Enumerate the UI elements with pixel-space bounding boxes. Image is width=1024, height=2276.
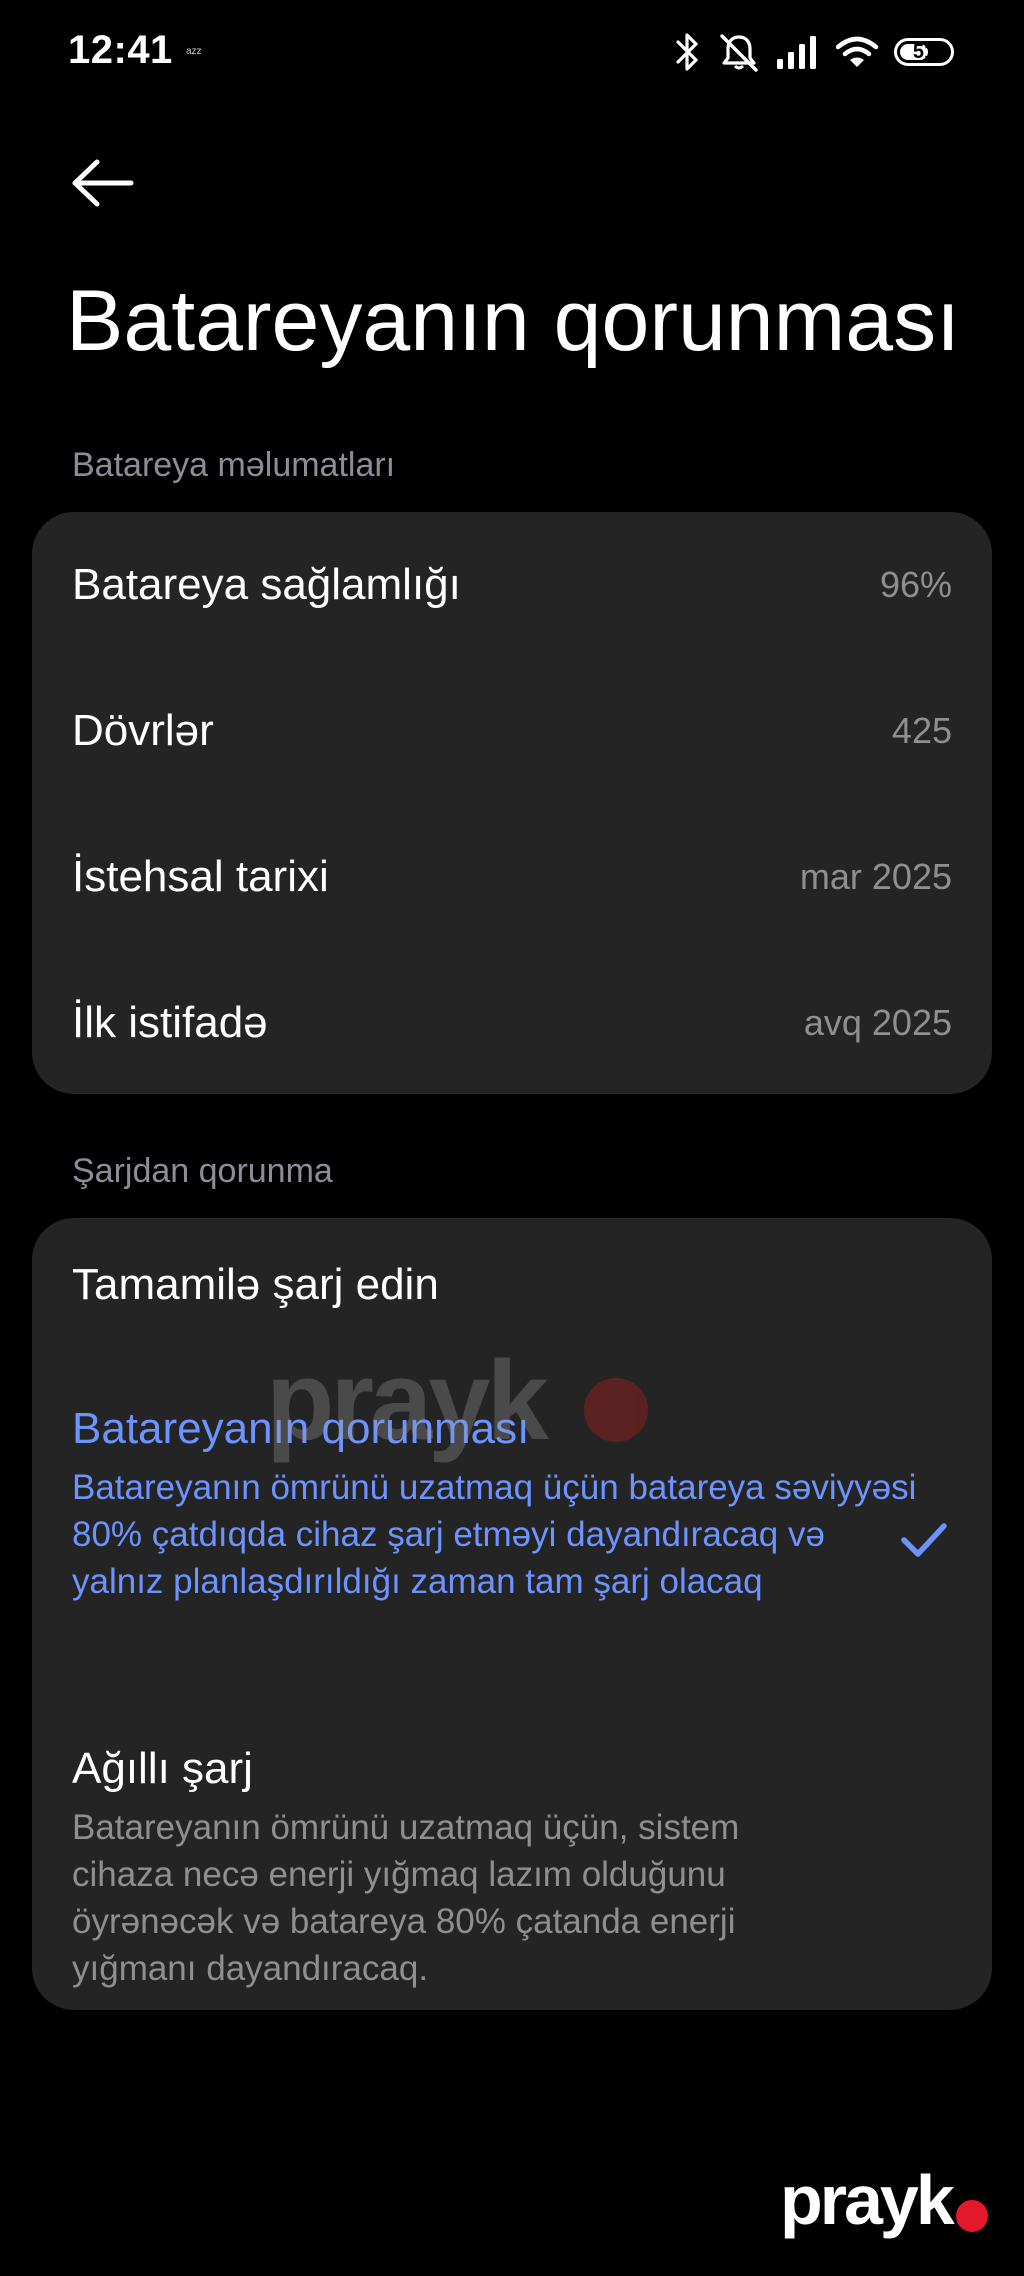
logo-text: prayk [780,2161,955,2239]
option-description: Batareyanın ömrünü uzatmaq üçün, sistem … [72,1808,740,1988]
option-full-charge[interactable]: Tamamilə şarj edin [32,1218,992,1368]
charge-protection-card: Tamamilə şarj edin Batareyanın qorunması… [32,1218,992,2010]
option-battery-protection[interactable]: Batareyanın qorunması Batareyanın ömrünü… [32,1368,992,1698]
info-value: mar 2025 [799,856,952,897]
battery-info-card: Batareya sağlamlığı 96% Dövrlər 425 İste… [32,512,992,1094]
logo-dot [956,2200,988,2232]
option-smart-charge[interactable]: Ağıllı şarj Batareyanın ömrünü uzatmaq ü… [32,1698,992,2010]
info-label: Dövrlər [72,706,214,755]
wifi-icon [836,35,878,69]
back-button[interactable] [68,150,138,216]
info-row-health: Batareya sağlamlığı 96% [32,512,992,658]
info-value: 425 [891,710,952,751]
status-bar: 12:41 azz 51 [0,0,1024,104]
info-row-manufacture-date: İstehsal tarixi mar 2025 [32,804,992,950]
info-label: İstehsal tarixi [72,852,329,901]
info-row-first-use: İlk istifadə avq 2025 [32,950,992,1096]
bell-off-icon [718,32,760,72]
battery-icon: 51 [894,38,954,66]
bluetooth-icon [674,32,702,72]
info-row-cycles: Dövrlər 425 [32,658,992,804]
check-icon [901,1523,947,1557]
section-header-battery-info: Batareya məlumatları [72,446,396,484]
page-title: Batareyanın qorunması [66,273,960,369]
arrow-left-icon [72,159,134,207]
signal-icon [776,35,820,69]
info-label: Batareya sağlamlığı [72,560,461,609]
section-header-charge-protection: Şarjdan qorunma [72,1152,333,1190]
status-carrier: azz [186,46,202,57]
battery-level: 51 [912,40,936,63]
option-title: Batareyanın qorunması [72,1404,530,1453]
option-title: Ağıllı şarj [72,1744,253,1793]
info-value: avq 2025 [803,1002,952,1043]
status-icons: 51 [674,30,954,74]
brand-logo: prayk [780,2160,990,2240]
option-title: Tamamilə şarj edin [72,1260,439,1309]
option-description: Batareyanın ömrünü uzatmaq üçün batareya… [72,1468,917,1601]
status-time: 12:41 [68,28,173,72]
info-label: İlk istifadə [72,998,268,1047]
info-value: 96% [879,564,952,605]
